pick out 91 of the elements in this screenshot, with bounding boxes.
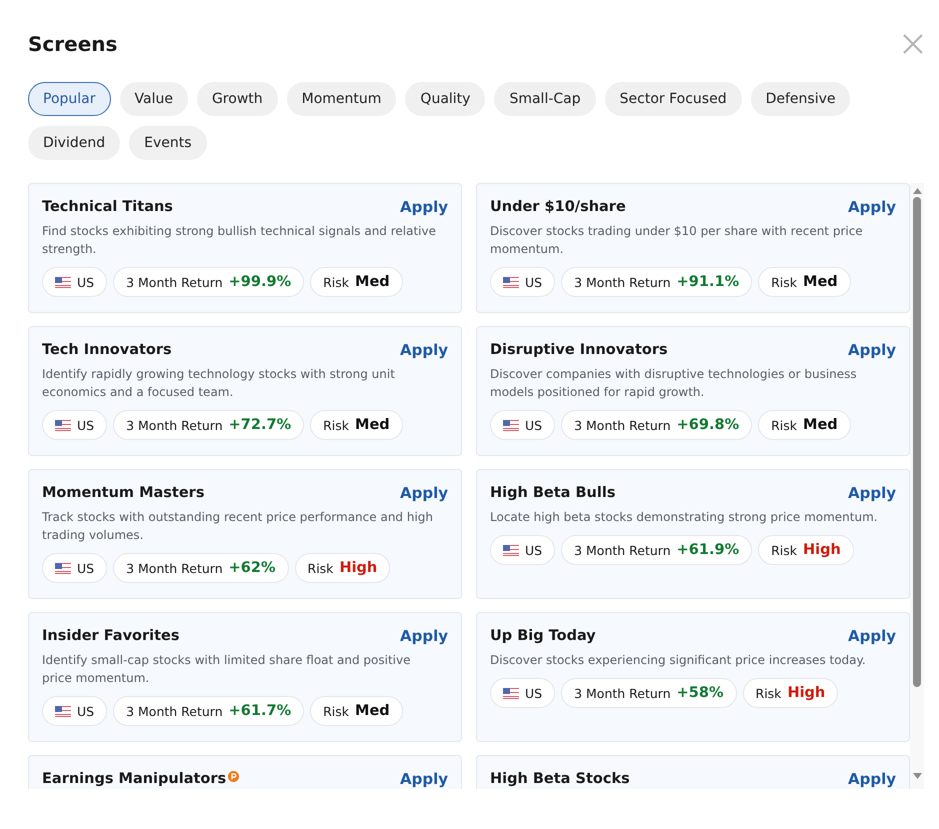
category-tab[interactable]: Quality <box>405 82 486 116</box>
scroll-up-arrow-icon[interactable] <box>912 188 922 194</box>
return-value: +99.9% <box>228 274 292 290</box>
us-flag-icon <box>503 276 519 288</box>
us-flag-icon <box>55 420 71 430</box>
screen-name: Under $10/share <box>490 199 626 215</box>
apply-link[interactable]: Apply <box>400 770 448 788</box>
risk-value: High <box>803 542 841 558</box>
screen-name: Tech Innovators <box>42 342 172 358</box>
risk-value: Med <box>803 417 838 433</box>
return-value: +69.8% <box>676 417 740 433</box>
apply-link[interactable]: Apply <box>848 484 896 502</box>
apply-link[interactable]: Apply <box>400 341 448 359</box>
category-tab[interactable]: Defensive <box>750 82 850 116</box>
risk-label: Risk <box>771 274 798 290</box>
risk-value: Med <box>355 703 390 719</box>
risk-label: Risk <box>308 560 334 576</box>
category-tab[interactable]: Small-Cap <box>494 82 596 116</box>
apply-link[interactable]: Apply <box>848 198 896 216</box>
return-value: +61.7% <box>228 703 292 719</box>
screen-description: Discover stocks trading under $10 per share with recent price momentum. <box>490 223 864 258</box>
apply-link[interactable]: Apply <box>848 341 896 359</box>
close-button[interactable] <box>901 32 925 56</box>
us-flag-icon <box>503 420 519 430</box>
screen-description: Track stocks with outstanding recent price performance and high trading volumes. <box>42 509 434 544</box>
risk-label: Risk <box>771 418 798 432</box>
risk-value: Med <box>355 274 390 290</box>
category-tab[interactable]: Events <box>129 126 207 160</box>
return-label: 3 Month Return <box>126 274 223 290</box>
return-label: 3 Month Return <box>126 560 223 576</box>
category-tab[interactable]: Dividend <box>28 126 120 160</box>
risk-value: Med <box>355 417 390 433</box>
screen-description: Discover stocks experiencing significant price increases today. <box>490 652 867 669</box>
screen-name: Disruptive Innovators <box>490 342 668 358</box>
category-tab[interactable]: Popular <box>28 82 110 116</box>
return-value: +58% <box>676 685 724 701</box>
risk-label: Risk <box>756 686 782 700</box>
apply-link[interactable]: Apply <box>400 484 448 502</box>
scroll-down-arrow-icon[interactable] <box>912 773 922 779</box>
screen-name: High Beta Bulls <box>490 485 616 501</box>
us-flag-icon <box>55 562 71 574</box>
market-label: US <box>77 704 94 718</box>
us-flag-icon <box>503 544 519 556</box>
market-label: US <box>525 542 542 558</box>
market-label: US <box>525 274 542 290</box>
screen-description: Identify small-cap stocks with limited share float and positive price momentum. <box>42 652 412 687</box>
market-label: US <box>77 560 94 576</box>
category-tab[interactable]: Growth <box>196 82 278 116</box>
return-label: 3 Month Return <box>574 686 671 700</box>
risk-label: Risk <box>323 274 350 290</box>
screen-name: Earnings Manipulators <box>42 771 226 787</box>
market-label: US <box>77 274 94 290</box>
return-value: +91.1% <box>676 274 740 290</box>
us-flag-icon <box>55 706 71 716</box>
risk-label: Risk <box>323 704 350 718</box>
screen-name: Technical Titans <box>42 199 173 215</box>
risk-value: Med <box>803 274 838 290</box>
screen-name: Up Big Today <box>490 628 596 644</box>
scrollbar[interactable] <box>910 183 924 789</box>
return-label: 3 Month Return <box>126 418 223 432</box>
us-flag-icon <box>503 688 519 698</box>
screen-description: Discover companies with disruptive technologies or business models positioned for rapid growth. <box>490 366 858 401</box>
return-value: +61.9% <box>676 542 740 558</box>
return-label: 3 Month Return <box>574 274 671 290</box>
market-label: US <box>77 418 94 432</box>
category-tab[interactable]: Sector Focused <box>604 82 742 116</box>
return-value: +62% <box>228 560 276 576</box>
apply-link[interactable]: Apply <box>400 627 448 645</box>
screen-name: Insider Favorites <box>42 628 180 644</box>
category-tab[interactable]: Momentum <box>286 82 396 116</box>
category-tab[interactable]: Value <box>120 82 188 116</box>
screen-name: Momentum Masters <box>42 485 204 501</box>
risk-label: Risk <box>323 418 350 432</box>
risk-value: High <box>787 685 826 701</box>
us-flag-icon <box>55 276 71 288</box>
market-label: US <box>525 686 542 700</box>
return-label: 3 Month Return <box>126 704 223 718</box>
market-label: US <box>525 418 542 432</box>
return-value: +72.7% <box>228 417 292 433</box>
risk-value: High <box>339 560 378 576</box>
return-label: 3 Month Return <box>574 418 671 432</box>
screen-name: High Beta Stocks <box>490 771 630 787</box>
apply-link[interactable]: Apply <box>400 198 448 216</box>
apply-link[interactable]: Apply <box>848 627 896 645</box>
return-label: 3 Month Return <box>574 542 671 558</box>
dialog-title: Screens <box>28 32 118 56</box>
screen-description: Locate high beta stocks demonstrating strong price momentum. <box>490 509 879 526</box>
screen-description: Find stocks exhibiting strong bullish technical signals and relative strength. <box>42 223 437 258</box>
screen-description: Identify rapidly growing technology stocks with strong unit economics and a focused team. <box>42 366 396 401</box>
apply-link[interactable]: Apply <box>848 770 896 788</box>
risk-label: Risk <box>771 542 798 558</box>
